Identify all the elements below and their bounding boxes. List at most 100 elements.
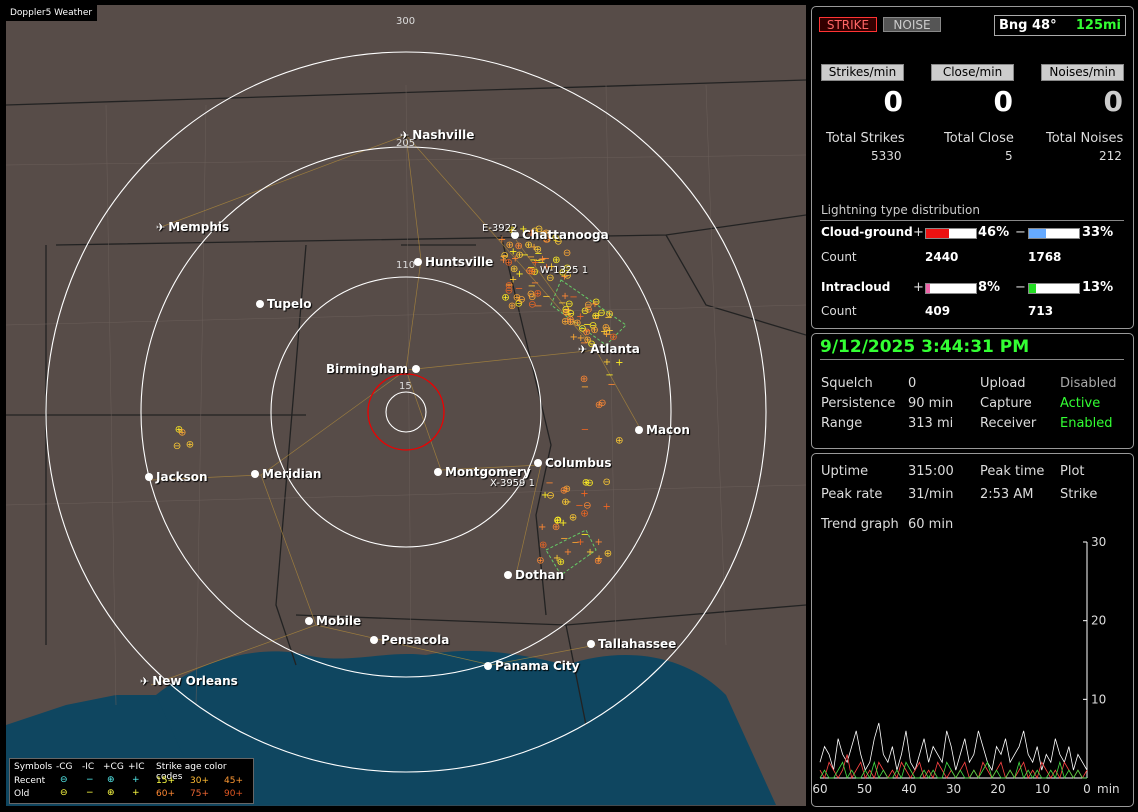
city-dot-icon (534, 459, 542, 467)
cloud-ground-label: Cloud-ground (821, 225, 913, 239)
strike-marker: ⊕ (186, 439, 194, 450)
city-columbus[interactable]: Columbus (534, 456, 612, 470)
strike-marker: − (581, 425, 589, 436)
ic-minus-fill (1029, 284, 1036, 293)
city-huntsville[interactable]: Huntsville (414, 255, 493, 269)
city-label: Memphis (168, 220, 230, 234)
city-dot-icon (412, 365, 421, 373)
old-cg-minus-icon: ⊖ (60, 788, 68, 798)
strike-marker: ⊕ (553, 516, 561, 527)
strike-mode-button[interactable]: STRIKE (819, 17, 877, 32)
ic-plus-pct: 8% (978, 280, 1001, 295)
y-tick-label: 10 (1091, 692, 1106, 706)
strikes-per-min: 0 (883, 85, 903, 118)
uptime-value: 315:00 (908, 464, 954, 479)
old-cg-plus-icon: ⊕ (107, 788, 115, 798)
total-noises-label: Total Noises (1046, 131, 1124, 146)
airport-icon: ✈ (578, 343, 588, 356)
strikes-per-min-header: Strikes/min (821, 64, 904, 81)
trend-panel: Uptime 315:00 Peak time Plot Peak rate 3… (811, 453, 1134, 807)
city-label: Columbus (545, 456, 612, 470)
x-tick-label: 60 (812, 782, 827, 796)
cg-minus-count: 1768 (1028, 250, 1062, 264)
uptime-label: Uptime (821, 464, 869, 479)
city-dot-icon (504, 571, 512, 579)
peak-rate-value: 31/min (908, 487, 954, 502)
bearing-range: 125mi (1075, 18, 1121, 33)
divider (820, 359, 1124, 360)
city-jackson[interactable]: Jackson (145, 470, 208, 484)
city-dot-icon (484, 662, 492, 670)
strike-marker: + (576, 311, 584, 322)
x-axis-label: min (1097, 782, 1120, 796)
strike-marker: − (545, 478, 553, 489)
total-close-label: Total Close (944, 131, 1014, 146)
age-90: 90+ (224, 789, 243, 799)
city-label: New Orleans (152, 674, 238, 688)
strike-marker: ⊕ (561, 497, 569, 508)
ic-plus-sign: + (913, 280, 924, 295)
distribution-title: Lightning type distribution (821, 203, 980, 217)
strike-marker: ⊕ (566, 315, 574, 326)
city-atlanta[interactable]: ✈ Atlanta (578, 342, 640, 356)
city-panama-city[interactable]: Panama City (484, 659, 579, 673)
noises-per-min: 0 (1103, 85, 1123, 118)
strike-marker: ⊖ (517, 295, 525, 306)
map-graphic: ⊕−−⊕⊖−⊕⊖⊕−−⊕+⊕+⊖⊖⊕−+⊖+⊖−⊖⊖+−⊕⊕⊖⊖⊕⊕−−⊖⊕+−… (6, 51, 806, 806)
range-label: Range (821, 416, 863, 431)
city-meridian[interactable]: Meridian (251, 467, 321, 481)
lightning-map[interactable]: ⊕−−⊕⊖−⊕⊖⊕−−⊕+⊕+⊖⊖⊕−+⊖+⊖−⊖⊖+−⊕⊕⊖⊖⊕⊕−−⊖⊕+−… (6, 5, 806, 806)
old-ic-minus-icon: − (86, 788, 94, 798)
noises-per-min-header: Noises/min (1041, 64, 1124, 81)
x-tick-label: 0 (1083, 782, 1091, 796)
city-tupelo[interactable]: Tupelo (256, 297, 312, 311)
old-ic-plus-icon: + (132, 788, 140, 798)
strike-marker: − (534, 301, 542, 312)
city-dothan[interactable]: Dothan (504, 568, 564, 582)
persistence-label: Persistence (821, 396, 896, 411)
strike-marker: + (602, 501, 610, 512)
strike-marker: + (603, 357, 611, 368)
city-pensacola[interactable]: Pensacola (370, 633, 449, 647)
ring-label-110: 110 (396, 260, 416, 271)
strike-marker: ⊖ (563, 248, 571, 259)
roads (150, 134, 642, 686)
city-montgomery[interactable]: Montgomery (434, 465, 531, 479)
recent-cg-minus-icon: ⊖ (60, 775, 68, 785)
strike-marker: ⊖ (173, 441, 181, 452)
city-nashville[interactable]: ✈ Nashville (400, 128, 474, 142)
storm-tag-e[interactable]: E-3922 (482, 223, 517, 234)
strike-marker: ⊕ (501, 292, 509, 303)
strike-marker: ⊖ (598, 398, 606, 409)
capture-value: Active (1060, 396, 1101, 411)
strike-marker: ⊕ (569, 512, 577, 523)
cg-plus-count: 2440 (925, 250, 959, 264)
city-mobile[interactable]: Mobile (305, 614, 361, 628)
city-label: Panama City (495, 659, 580, 673)
squelch-label: Squelch (821, 376, 873, 391)
ic-minus-count: 713 (1028, 304, 1054, 318)
city-new-orleans[interactable]: ✈ New Orleans (140, 674, 238, 688)
noise-mode-button[interactable]: NOISE (883, 17, 941, 32)
city-macon[interactable]: Macon (635, 423, 690, 437)
plot-value[interactable]: Strike (1060, 487, 1097, 502)
city-birmingham[interactable]: Birmingham (326, 362, 423, 376)
strike-marker: ⊖ (602, 477, 610, 488)
strike-marker: ⊕ (536, 555, 544, 566)
legend-cg-plus: +CG (103, 762, 124, 772)
storm-tag-x[interactable]: X-3959 1 (490, 478, 535, 489)
strike-marker: ⊕ (590, 325, 598, 336)
city-dot-icon (145, 473, 153, 481)
legend-recent: Recent (14, 776, 46, 786)
close-per-min-header: Close/min (931, 64, 1014, 81)
x-tick-label: 50 (857, 782, 872, 796)
city-label: Jackson (156, 470, 208, 484)
storm-tag-w[interactable]: W-1325 1 (540, 265, 588, 276)
trend-label: Trend graph (821, 517, 899, 532)
y-tick-label: 20 (1091, 614, 1106, 628)
city-chattanooga[interactable]: Chattanooga (511, 228, 609, 242)
strike-marker: + (564, 547, 572, 558)
city-tallahassee[interactable]: Tallahassee (587, 637, 676, 651)
city-memphis[interactable]: ✈ Memphis (156, 220, 229, 234)
trend-ticks: 30 20 10 60 50 40 30 20 10 0 min (812, 535, 1119, 796)
